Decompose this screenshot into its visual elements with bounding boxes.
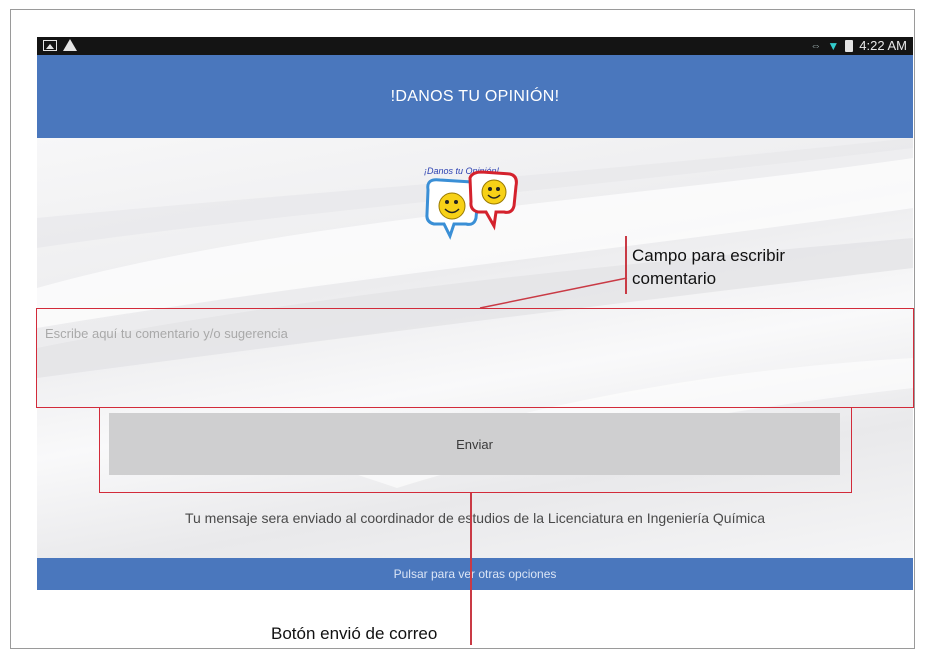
image-notification-icon: [43, 39, 57, 51]
sync-icon: ⇔: [810, 39, 822, 52]
callout-line-1: Campo para escribir: [632, 246, 786, 265]
comment-field-highlight: [36, 308, 914, 408]
send-callout-line: [470, 493, 472, 645]
comment-field-callout: Campo para escribir comentario: [632, 244, 785, 290]
status-time: 4:22 AM: [859, 38, 907, 53]
send-button-callout: Botón envió de correo: [271, 624, 438, 643]
status-bar: ⇔ ▼ 4:22 AM: [37, 37, 913, 55]
more-options-label: Pulsar para ver otras opciones: [393, 567, 557, 581]
info-message: Tu mensaje sera enviado al coordinador d…: [184, 510, 766, 526]
comment-callout-bar: [625, 236, 627, 294]
send-button-highlight: [99, 407, 852, 493]
battery-icon: [845, 39, 854, 52]
callout-line-2: comentario: [632, 269, 717, 288]
app-header: !DANOS TU OPINIÓN!: [37, 55, 913, 138]
more-options-bar[interactable]: Pulsar para ver otras opciones: [37, 558, 913, 590]
warning-icon: [63, 39, 77, 51]
page-title: !DANOS TU OPINIÓN!: [390, 87, 560, 105]
wifi-icon: ▼: [827, 38, 840, 53]
opinion-logo: ¡Danos tu Opinión!: [424, 166, 518, 240]
